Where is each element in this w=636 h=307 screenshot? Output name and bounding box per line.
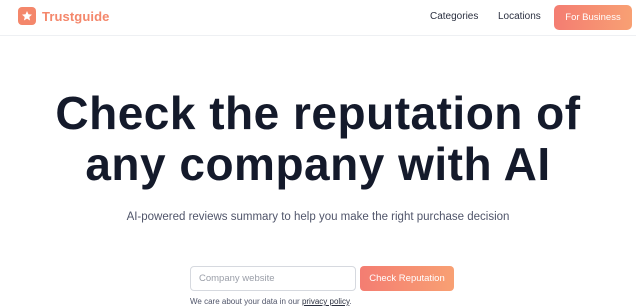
nav-link-categories[interactable]: Categories — [430, 11, 478, 22]
privacy-notice-suffix: . — [349, 297, 352, 306]
hero-subheadline: AI-powered reviews summary to help you m… — [126, 211, 510, 223]
brand-name: Trustguide — [42, 8, 110, 24]
nav-link-locations[interactable]: Locations — [498, 11, 541, 22]
for-business-button[interactable]: For Business — [554, 5, 632, 30]
brand-logo[interactable]: Trustguide — [18, 7, 109, 25]
privacy-notice: We care about your data in our privacy p… — [190, 297, 352, 306]
hero-headline: Check the reputation of any company with… — [0, 88, 636, 190]
company-website-input[interactable] — [190, 266, 356, 291]
top-navigation-bar: Trustguide Categories Locations For Busi… — [0, 0, 636, 36]
privacy-notice-text: We care about your data in our — [190, 297, 300, 306]
hero-headline-line-2: any company with AI — [85, 138, 551, 190]
star-icon — [18, 7, 36, 25]
check-reputation-button[interactable]: Check Reputation — [360, 266, 454, 291]
hero-headline-line-1: Check the reputation of — [55, 87, 581, 139]
privacy-policy-link[interactable]: privacy policy — [302, 297, 349, 306]
